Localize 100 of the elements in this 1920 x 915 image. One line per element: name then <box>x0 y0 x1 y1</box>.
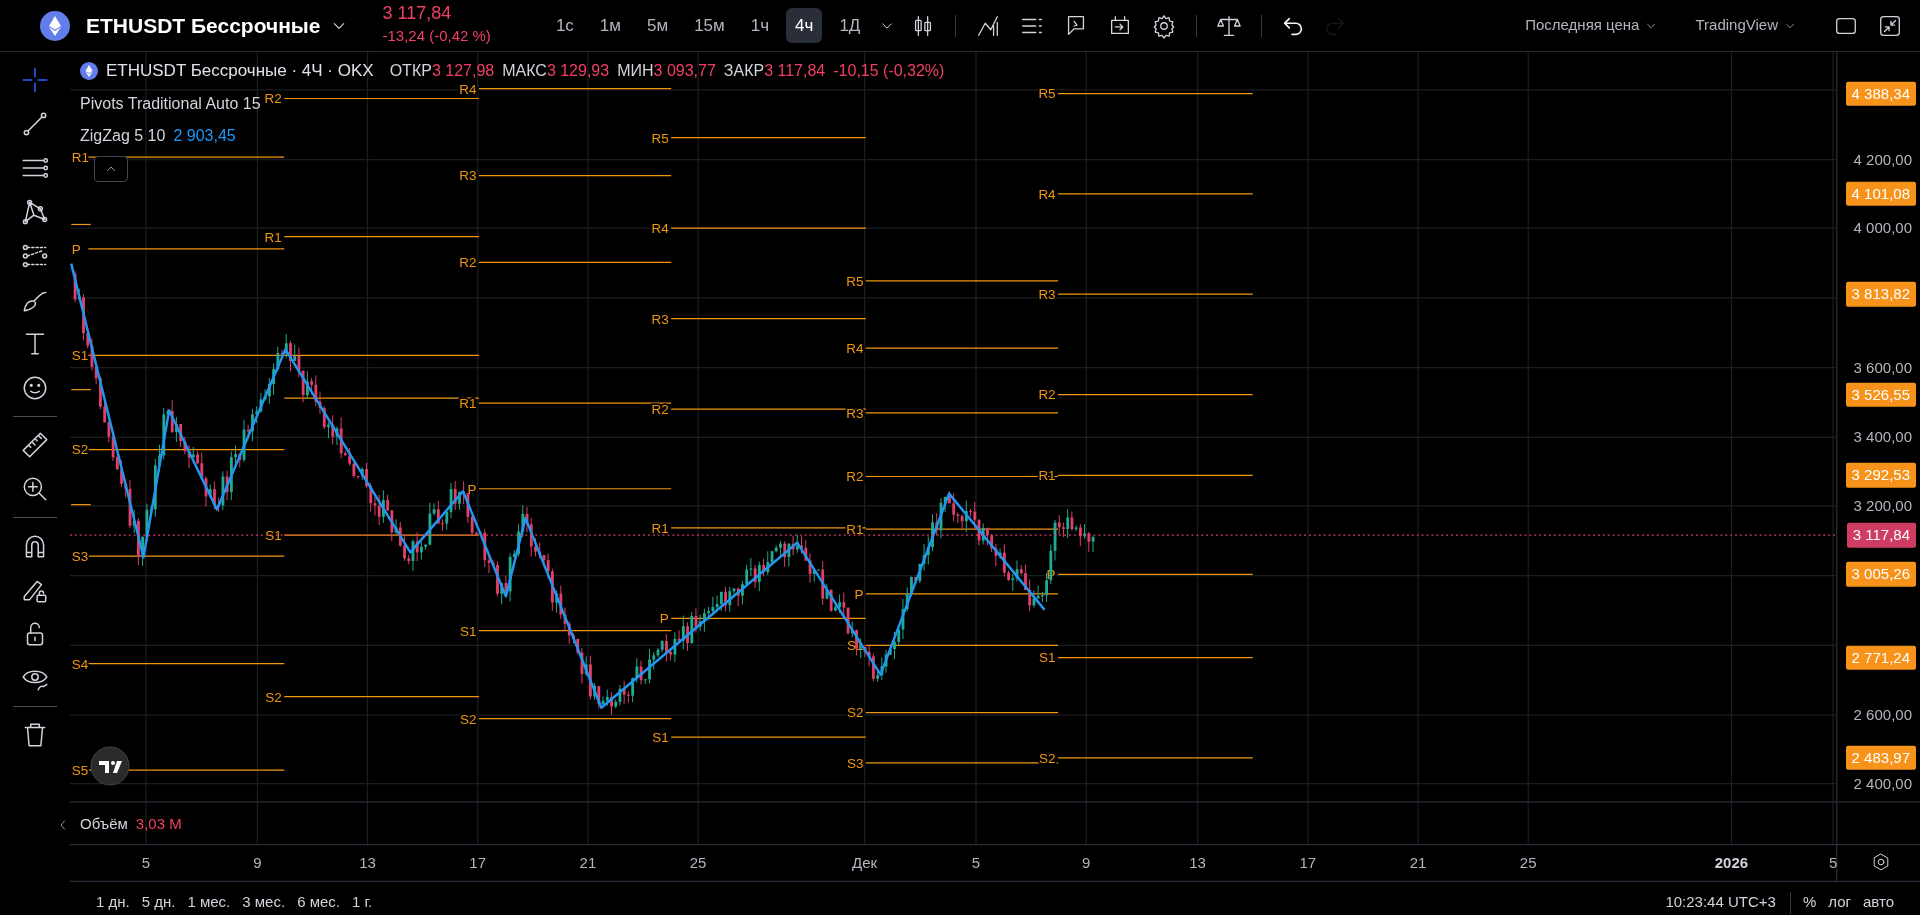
clock-time: 10:23:44 UTC+3 <box>1665 892 1776 913</box>
pivot-label: R1 <box>651 520 669 536</box>
interval-tab[interactable]: 1м <box>590 7 630 44</box>
interval-tab[interactable]: 5м <box>638 7 678 44</box>
pivot-price-tag: 3 292,53 <box>1845 463 1916 488</box>
pivot-label: R1 <box>71 150 90 166</box>
pivot-label: R3 <box>846 405 864 421</box>
pivot-price-tag: 2 483,97 <box>1845 745 1916 771</box>
time-label: 5 <box>1828 852 1838 873</box>
pivot-line <box>70 223 92 226</box>
pivot-label: R5 <box>846 273 864 289</box>
pivot-label: R3 <box>459 168 477 184</box>
pivot-price-tag: 2 771,24 <box>1845 645 1916 670</box>
range-button[interactable]: 1 дн. <box>90 891 136 914</box>
price-tick: 2 400,00 <box>1853 773 1912 794</box>
price-tick: 4 000,00 <box>1853 217 1912 238</box>
time-label: 9 <box>253 852 262 873</box>
time-label: 5 <box>971 852 981 873</box>
volume-label: Объём <box>80 813 128 834</box>
pivot-label: R4 <box>651 221 669 237</box>
time-label: 2026 <box>1714 852 1749 873</box>
price-tick: 2 600,00 <box>1853 704 1912 725</box>
indicator-name: ZigZag 5 10 <box>80 125 166 146</box>
ohlc-value: 3 129,93 <box>546 61 610 79</box>
pivot-label: R1 <box>459 396 477 411</box>
pivot-label: S2 <box>846 705 864 721</box>
legend-change: -10,15 (-0,32%) <box>833 60 945 81</box>
last-price-tag: 3 117,84 <box>1846 522 1916 548</box>
ohlc-label: ЗАКР <box>723 61 765 79</box>
interval-tab[interactable]: 1ч <box>741 7 779 44</box>
last-price: 3 117,84 <box>382 3 453 26</box>
time-label: Дек <box>852 852 878 873</box>
logo-icon[interactable] <box>90 746 131 787</box>
time-label: 21 <box>1409 852 1427 873</box>
interval-tab[interactable]: 4ч <box>786 7 823 44</box>
pivot-label: S1 <box>460 623 477 639</box>
pivot-label: S3 <box>71 548 89 564</box>
pattern-icon <box>20 197 50 227</box>
interval-tab[interactable]: 15м <box>685 7 734 44</box>
price-tick: 3 200,00 <box>1853 495 1912 516</box>
ohlc-label: ОТКР <box>389 61 432 79</box>
ohlc-value: 3 093,77 <box>653 61 716 79</box>
interval-tab[interactable]: 1Д <box>830 7 870 44</box>
interval-tab[interactable]: 1с <box>546 7 583 44</box>
volume-value: 3,03 M <box>135 813 182 834</box>
pivot-label: R2 <box>846 469 864 485</box>
ethereum-logo-icon <box>40 10 70 41</box>
price-tick: 3 600,00 <box>1853 357 1912 378</box>
pivot-label: P <box>854 586 864 602</box>
pivot-label: R1 <box>264 229 282 245</box>
pivot-label: S2 <box>1039 750 1056 766</box>
pivot-label: R4 <box>1038 186 1056 202</box>
scale-toggle[interactable]: авто <box>1856 891 1900 914</box>
time-label: 13 <box>359 852 376 873</box>
legend-title: ETHUSDT Бессрочные · 4Ч · OKX <box>106 60 374 82</box>
pivot-label: R4 <box>459 81 477 97</box>
range-button[interactable]: 1 мес. <box>181 891 237 914</box>
pivot-label: P <box>71 241 81 257</box>
pivot-line <box>70 389 92 391</box>
data-source-dropdown[interactable]: TradingView <box>1689 13 1804 38</box>
pivot-label: R3 <box>651 311 669 327</box>
ethereum-logo-icon <box>80 61 98 80</box>
time-label: 25 <box>1519 852 1537 873</box>
pivot-label: S1 <box>652 730 669 745</box>
pivot-label: R2 <box>1038 387 1056 403</box>
pivot-label: P <box>659 611 669 627</box>
ohlc-value: 3 127,98 <box>431 61 495 79</box>
pivot-label: S5 <box>71 763 89 778</box>
indicator-value: 2 903,45 <box>173 125 236 146</box>
pivot-price-tag: 3 526,55 <box>1845 382 1916 407</box>
range-button[interactable]: 5 дн. <box>135 891 182 914</box>
scale-toggle[interactable]: % <box>1796 891 1823 914</box>
time-label: 25 <box>689 852 707 873</box>
pivot-label: S4 <box>71 656 89 672</box>
range-button[interactable]: 3 мес. <box>236 891 292 914</box>
pivot-line <box>70 504 92 506</box>
scale-toggle[interactable]: лог <box>1822 891 1857 914</box>
pivot-label: S3 <box>846 755 864 771</box>
time-label: 17 <box>1299 852 1317 873</box>
range-button[interactable]: 6 мес. <box>291 891 346 914</box>
pivot-label: S1 <box>265 528 282 544</box>
range-button[interactable]: 1 г. <box>345 891 379 914</box>
time-label: 17 <box>469 852 487 873</box>
pivot-label: S2 <box>460 711 477 727</box>
pivot-label: R5 <box>651 130 669 146</box>
ohlc-label: МАКС <box>502 61 547 79</box>
pivot-price-tag: 4 101,08 <box>1845 181 1916 207</box>
pivot-price-tag: 4 388,34 <box>1845 81 1916 106</box>
pivot-label: R2 <box>651 402 669 418</box>
pivot-label: S1 <box>1039 650 1056 666</box>
ruler-icon <box>20 430 50 460</box>
time-label: 21 <box>579 852 597 873</box>
pivot-label: R5 <box>1038 86 1056 102</box>
ohlc-value: 3 117,84 <box>764 61 826 79</box>
price-source-dropdown[interactable]: Последняя цена <box>1519 13 1666 38</box>
price-tick: 4 200,00 <box>1853 149 1912 170</box>
time-label: 5 <box>141 852 151 873</box>
pivot-label: S2 <box>71 442 89 458</box>
pivot-label: R2 <box>264 91 282 107</box>
pivot-label: R2 <box>459 255 477 271</box>
